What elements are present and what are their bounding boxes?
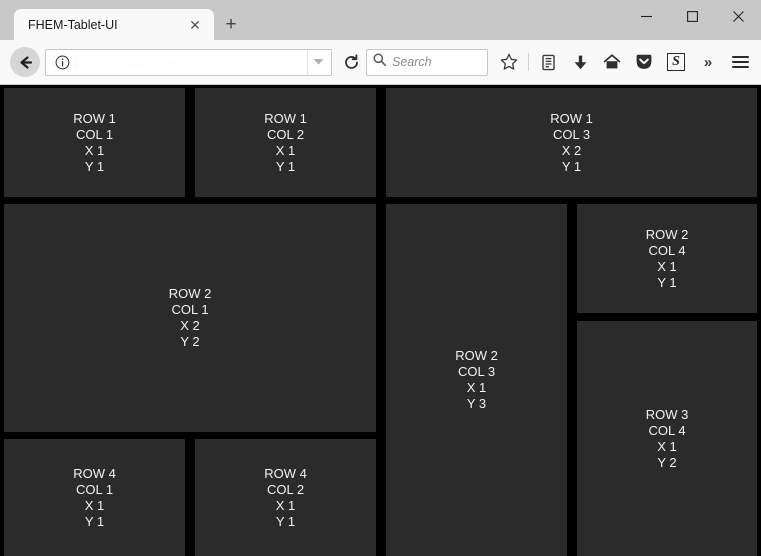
pocket-icon[interactable] [629,47,659,77]
tile-label-line: Y 1 [84,513,105,529]
tile-label-line: X 1 [84,497,105,513]
tile-label-line: ROW 2 [455,348,498,363]
tile-label-line: X 1 [275,497,296,513]
star-icon[interactable] [494,47,524,77]
close-icon[interactable] [715,0,761,32]
tile-label: ROW 3 COL 4X 1Y 2 [646,407,689,471]
tile-label-line: COL 1 [75,126,114,142]
tile-label-line: ROW 2 [645,226,689,242]
tile-row2-col4[interactable]: ROW 2 COL 4X 1Y 1 [577,204,757,313]
tile-row1-col3[interactable]: ROW 1 COL 3X 2Y 1 [386,88,757,197]
ghostery-s-label: S [667,53,685,71]
search-icon [373,53,386,71]
navigation-toolbar: · … ··· · Search S » [0,40,761,85]
tile-label-line: X 1 [466,380,487,395]
tile-label-line: ROW 1 [550,110,593,126]
tile-label-line: ROW 3 [645,406,689,422]
tile-row1-col2[interactable]: ROW 1 COL 2X 1Y 1 [195,88,376,197]
tab-title: FHEM-Tablet-UI [28,17,118,32]
home-icon[interactable] [597,47,627,77]
hamburger-menu-icon[interactable] [725,47,755,77]
new-tab-button[interactable]: + [214,9,248,40]
tile-label: ROW 1 COL 2X 1Y 1 [264,111,307,175]
library-icon[interactable] [533,47,563,77]
tile-label-line: X 1 [657,438,677,454]
tile-label-line: Y 3 [466,396,487,411]
tile-row1-col1[interactable]: ROW 1 COL 1X 1Y 1 [4,88,185,197]
tile-row2-col3[interactable]: ROW 2 COL 3X 1Y 3 [386,204,567,556]
tile-label-line: Y 1 [657,274,677,290]
tile-label-line: X 2 [180,318,200,333]
tile-label-line: COL 1 [75,481,114,497]
tile-label-line: Y 1 [84,158,105,174]
url-input[interactable]: · … ··· · [76,55,307,69]
tile-label-line: X 2 [561,142,582,158]
tile-row3-col4[interactable]: ROW 3 COL 4X 1Y 2 [577,321,757,556]
url-bar[interactable]: · … ··· · [45,48,332,76]
tile-label: ROW 2 COL 4X 1Y 1 [646,227,689,291]
tile-label-line: Y 2 [657,454,677,470]
tile-label: ROW 1 COL 3X 2Y 1 [550,111,593,175]
search-input[interactable]: Search [392,55,432,69]
tab-strip: FHEM-Tablet-UI ✕ + [0,0,248,40]
tile-label-line: ROW 1 [264,110,307,126]
tile-label-line: COL 3 [552,126,591,142]
tile-label: ROW 1 COL 1X 1Y 1 [73,111,116,175]
tile-label-line: Y 2 [180,334,200,349]
tile-label-line: X 1 [657,258,677,274]
tab-close-icon[interactable]: ✕ [186,16,204,34]
back-arrow-icon[interactable] [10,47,40,77]
tile-label-line: ROW 4 [264,465,307,481]
dashboard-grid: ROW 1 COL 1X 1Y 1 ROW 1 COL 2X 1Y 1 ROW 1 COL… [0,85,761,556]
tile-row4-col1[interactable]: ROW 4 COL 1X 1Y 1 [4,439,185,556]
browser-window: FHEM-Tablet-UI ✕ + · … ··· · Search S » … [0,0,761,556]
tile-label-line: Y 1 [561,158,582,174]
tile-label-line: Y 1 [275,513,296,529]
tile-label: ROW 2 COL 3X 1Y 3 [455,348,498,412]
tile-label-line: X 1 [275,142,296,158]
tile-row2-col1[interactable]: ROW 2 COL 1X 2Y 2 [4,204,376,432]
tile-label-line: COL 2 [266,126,305,142]
tile-label-line: ROW 4 [73,465,116,481]
tile-label-line: COL 2 [266,481,305,497]
tile-label: ROW 4 COL 2X 1Y 1 [264,466,307,530]
reload-icon[interactable] [338,49,364,75]
tile-label-line: COL 4 [648,242,686,258]
page-viewport: ROW 1 COL 1X 1Y 1 ROW 1 COL 2X 1Y 1 ROW 1 COL… [0,85,761,556]
browser-tab[interactable]: FHEM-Tablet-UI ✕ [14,9,214,40]
hamburger-glyph [731,55,749,69]
tile-label: ROW 2 COL 1X 2Y 2 [169,286,212,350]
tile-label-line: COL 4 [648,422,686,438]
ghostery-s-icon[interactable]: S [661,47,691,77]
search-bar[interactable]: Search [366,48,488,76]
maximize-icon[interactable] [669,0,715,32]
download-arrow-icon[interactable] [565,47,595,77]
window-controls [623,0,761,32]
chevron-down-icon[interactable] [307,49,329,75]
double-chevron-right-icon[interactable]: » [693,47,723,77]
tile-label-line: X 1 [84,142,105,158]
info-icon[interactable] [52,52,72,72]
tile-label-line: Y 1 [275,158,296,174]
overflow-label: » [703,53,713,71]
tile-label-line: ROW 2 [168,286,212,301]
toolbar-separator [528,53,529,71]
tile-label: ROW 4 COL 1X 1Y 1 [73,466,116,530]
tile-label-line: COL 1 [171,302,209,317]
tile-row4-col2[interactable]: ROW 4 COL 2X 1Y 1 [195,439,376,556]
title-bar: FHEM-Tablet-UI ✕ + [0,0,761,40]
tile-label-line: COL 3 [457,364,496,379]
tile-label-line: ROW 1 [73,110,116,126]
minimize-icon[interactable] [623,0,669,32]
